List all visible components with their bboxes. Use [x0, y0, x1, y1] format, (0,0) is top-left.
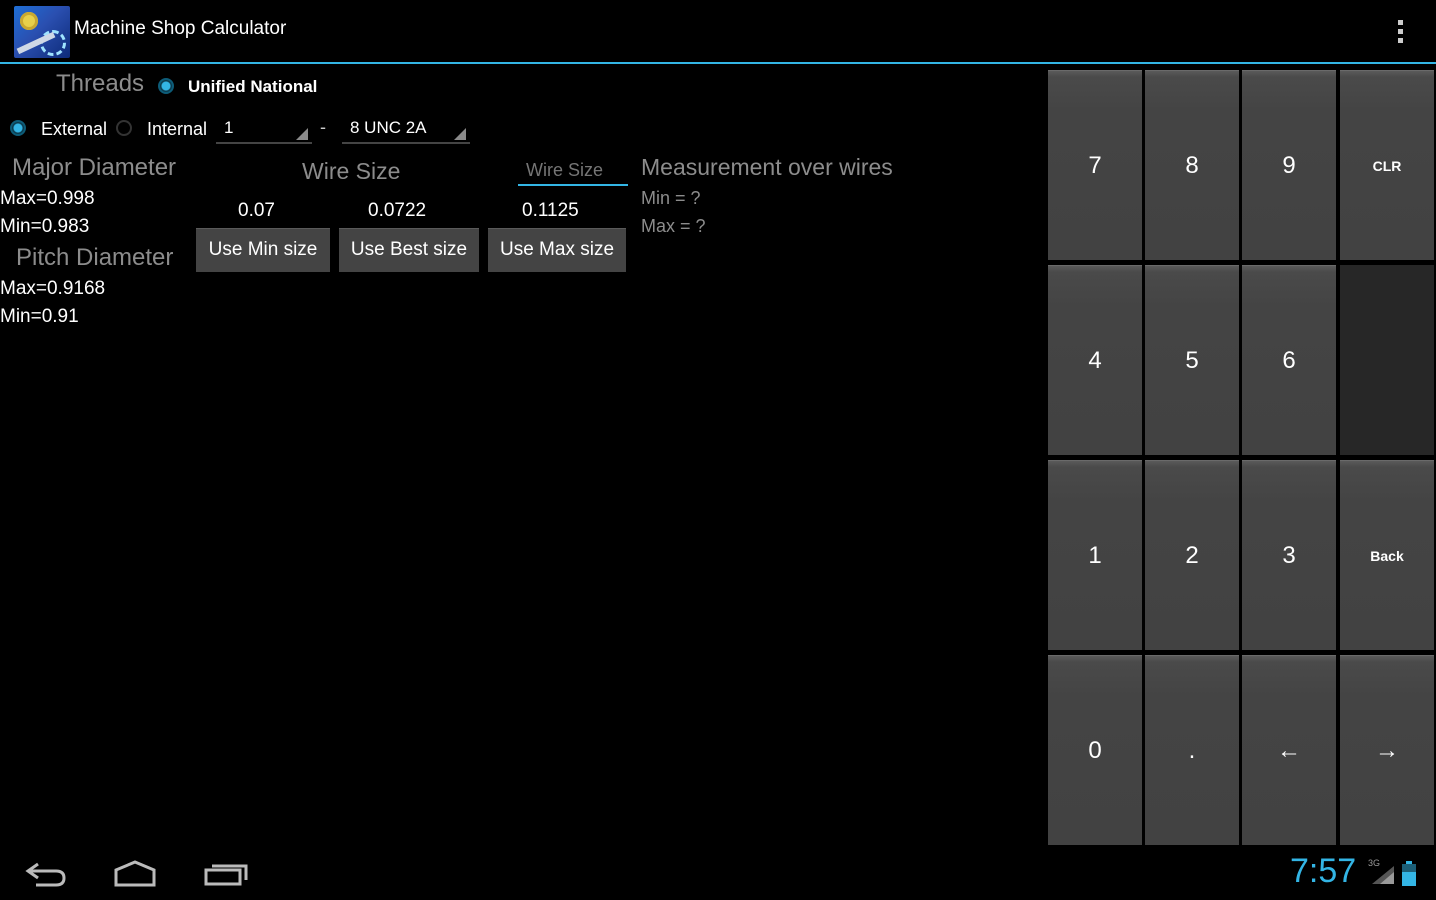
- use-min-size-button[interactable]: Use Min size: [196, 228, 330, 272]
- wire-size-max-value: 0.1125: [522, 200, 579, 221]
- back-icon[interactable]: [24, 858, 68, 890]
- use-max-size-button[interactable]: Use Max size: [488, 228, 626, 272]
- internal-label[interactable]: Internal: [147, 119, 207, 140]
- battery-icon: [1402, 861, 1416, 886]
- key-4[interactable]: 4: [1048, 265, 1142, 455]
- pitch-spinner-value: 8 UNC 2A: [350, 118, 427, 137]
- measurement-label: Measurement over wires: [641, 154, 893, 180]
- clear-button[interactable]: CLR: [1340, 70, 1434, 260]
- action-bar-divider: [0, 62, 1436, 64]
- cursor-left-button[interactable]: ←: [1242, 655, 1336, 845]
- wire-size-label: Wire Size: [302, 158, 401, 184]
- key-7[interactable]: 7: [1048, 70, 1142, 260]
- overflow-menu-icon[interactable]: [1392, 20, 1408, 48]
- measurement-min: Min = ?: [641, 188, 701, 208]
- key-9[interactable]: 9: [1242, 70, 1336, 260]
- key-1[interactable]: 1: [1048, 460, 1142, 650]
- unified-national-radio[interactable]: [158, 78, 174, 94]
- recent-apps-icon[interactable]: [202, 858, 250, 890]
- app-title: Machine Shop Calculator: [74, 18, 287, 39]
- key-5[interactable]: 5: [1145, 265, 1239, 455]
- pitch-diameter-max: Max=0.9168: [0, 278, 106, 299]
- spinner-arrow-icon: [296, 128, 308, 140]
- threads-label: Threads: [56, 70, 145, 97]
- key-2[interactable]: 2: [1145, 460, 1239, 650]
- status-clock: 7:57: [1290, 852, 1357, 890]
- external-label[interactable]: External: [41, 119, 107, 140]
- pitch-spinner[interactable]: 8 UNC 2A: [342, 116, 470, 144]
- external-radio[interactable]: [10, 120, 26, 136]
- key-8[interactable]: 8: [1145, 70, 1239, 260]
- key-0[interactable]: 0: [1048, 655, 1142, 845]
- wire-size-min-value: 0.07: [238, 200, 275, 221]
- key-decimal[interactable]: .: [1145, 655, 1239, 845]
- key-blank: [1340, 265, 1434, 455]
- numeric-keypad: 7 8 9 CLR 4 5 6 1 2 3 Back 0 . ← →: [1046, 68, 1436, 848]
- back-button[interactable]: Back: [1340, 460, 1434, 650]
- size-spinner[interactable]: 1: [216, 116, 312, 144]
- home-icon[interactable]: [112, 858, 158, 890]
- key-6[interactable]: 6: [1242, 265, 1336, 455]
- measurement-max: Max = ?: [641, 216, 706, 236]
- wire-size-input[interactable]: [518, 156, 628, 186]
- major-diameter-min: Min=0.983: [0, 216, 90, 237]
- pitch-diameter-label: Pitch Diameter: [16, 244, 174, 271]
- internal-radio[interactable]: [116, 120, 132, 136]
- use-best-size-button[interactable]: Use Best size: [339, 228, 479, 272]
- unified-national-label[interactable]: Unified National: [188, 77, 317, 97]
- signal-icon: [1372, 866, 1394, 884]
- size-pitch-separator: -: [320, 117, 326, 137]
- size-spinner-value: 1: [224, 118, 234, 137]
- spinner-arrow-icon: [454, 128, 466, 140]
- app-logo-icon[interactable]: [14, 6, 70, 58]
- cursor-right-button[interactable]: →: [1340, 655, 1434, 845]
- key-3[interactable]: 3: [1242, 460, 1336, 650]
- pitch-diameter-min: Min=0.91: [0, 306, 79, 327]
- major-diameter-max: Max=0.998: [0, 188, 95, 209]
- major-diameter-label: Major Diameter: [12, 154, 177, 181]
- wire-size-best-value: 0.0722: [368, 200, 427, 221]
